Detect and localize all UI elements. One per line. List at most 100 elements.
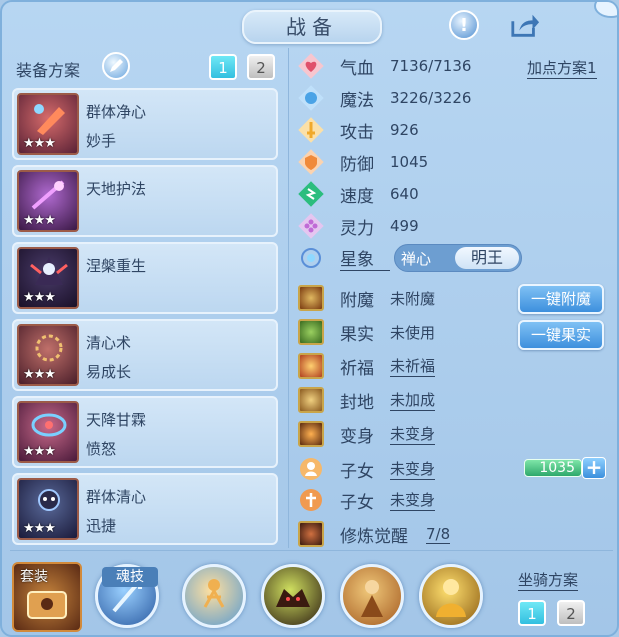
buff-value[interactable]: 未祈福 (390, 355, 436, 377)
enchant-all-button[interactable]: 一键附魔 (518, 284, 604, 314)
pencil-icon (110, 59, 123, 72)
stat-value: 7136/7136 (390, 57, 472, 75)
page-title: 战备 (242, 10, 382, 44)
help-button[interactable]: ! (449, 10, 479, 40)
share-button[interactable] (510, 10, 540, 40)
toggle-option-mingwang[interactable]: 明王 (455, 247, 519, 269)
stat-speed: 速度 640 (298, 180, 419, 208)
buff-label: 果实 (340, 324, 374, 345)
skill-card[interactable]: ★★★ 涅槃重生 (12, 242, 278, 314)
dancer-icon (203, 579, 225, 608)
stat-spirit: 灵力 499 (298, 212, 419, 240)
constellation-toggle[interactable]: 禅心 明王 (394, 244, 522, 272)
divider (10, 550, 613, 551)
fruit-icon (298, 319, 324, 345)
share-icon (511, 14, 540, 37)
star-rating: ★★★ (23, 367, 56, 382)
sword-icon (298, 117, 324, 143)
buff-row: 子女 未变身 (298, 455, 436, 483)
skill-name: 天地护法 (86, 180, 147, 198)
equip-scheme-label: 装备方案 (16, 61, 81, 80)
stat-value: 1045 (390, 153, 429, 171)
skill-name: 群体清心 (86, 488, 147, 506)
warrior-icon (361, 580, 383, 617)
buff-value: 未使用 (390, 323, 436, 342)
scheme-tab-1[interactable]: 1 (209, 54, 237, 80)
skill-sub: 妙手 (86, 132, 117, 150)
buff-row: 封地 未加成 (298, 386, 436, 414)
buff-value[interactable]: 未变身 (390, 458, 436, 480)
skill-card[interactable]: ★★★ 天地护法 (12, 165, 278, 237)
mount-tab-2[interactable]: 2 (557, 600, 585, 626)
soul-skill-label: 魂技 (102, 567, 158, 587)
constellation-icon (298, 245, 324, 271)
buff-row: 变身 未变身 (298, 420, 436, 448)
skill-name: 群体净心 (86, 103, 147, 121)
shield-icon (298, 149, 324, 175)
buff-value[interactable]: 7/8 (426, 525, 451, 544)
star-rating: ★★★ (23, 213, 56, 228)
guardian-slot[interactable] (261, 564, 325, 628)
stat-value: 499 (390, 217, 419, 235)
skill-card[interactable]: ★★★ 群体净心 妙手 (12, 88, 278, 160)
battle-prep-panel: 战备 ! 装备方案 1 2 ★★★ 群体净心 妙手 ★★★ 天地护法 ★★★ 涅… (0, 0, 619, 637)
skill-name: 涅槃重生 (86, 257, 147, 275)
skill-group-clear-icon: ★★★ (17, 478, 79, 540)
mana-icon (298, 85, 324, 111)
stat-label: 灵力 (340, 218, 374, 239)
buff-row: 修炼觉醒 7/8 (298, 520, 451, 548)
corner-close-button[interactable] (594, 2, 617, 18)
buff-row: 果实 未使用 (298, 318, 435, 346)
buff-row: 附魔 未附魔 (298, 284, 435, 312)
buff-value[interactable]: 未变身 (390, 423, 436, 445)
heart-icon (298, 53, 324, 79)
buff-label: 附魔 (340, 290, 374, 311)
skill-card[interactable]: ★★★ 清心术 易成长 (12, 319, 278, 391)
spirit-icon (298, 213, 324, 239)
buddha-icon (436, 579, 466, 617)
stat-label: 魔法 (340, 90, 374, 111)
add-jade-button[interactable]: + (582, 457, 606, 479)
add-points-scheme-link[interactable]: 加点方案1 (527, 57, 597, 79)
transform-icon (298, 421, 324, 447)
mount-tab-1[interactable]: 1 (518, 600, 546, 626)
fruit-all-button[interactable]: 一键果实 (518, 320, 604, 350)
skill-card[interactable]: ★★★ 天降甘霖 愤怒 (12, 396, 278, 468)
stat-label: 攻击 (340, 122, 374, 143)
skill-guardian-icon: ★★★ (17, 170, 79, 232)
toggle-option-zen[interactable]: 禅心 (401, 248, 431, 269)
suit-button[interactable]: 套装 (12, 562, 82, 632)
skill-sub: 愤怒 (86, 440, 117, 458)
speed-icon (298, 181, 324, 207)
buff-label: 修炼觉醒 (340, 526, 408, 547)
buff-label: 子女 (340, 492, 374, 513)
skill-name: 天降甘霖 (86, 411, 147, 429)
skill-clear-mind-icon: ★★★ (17, 324, 79, 386)
stat-value: 3226/3226 (390, 89, 472, 107)
skill-rain-icon: ★★★ (17, 401, 79, 463)
edit-scheme-button[interactable] (102, 52, 130, 80)
mount-scheme-label[interactable]: 坐骑方案 (518, 569, 579, 591)
buff-value[interactable]: 未变身 (390, 489, 436, 511)
buff-value[interactable]: 未加成 (390, 389, 436, 411)
stat-constellation: 星象 (298, 244, 390, 272)
treasure-chest-icon (27, 591, 67, 619)
guardian-slot[interactable] (340, 564, 404, 628)
jade-currency: 1035 (524, 459, 582, 477)
stat-mp: 魔法 3226/3226 (298, 84, 471, 112)
enchant-icon (298, 285, 324, 311)
scheme-tab-2[interactable]: 2 (247, 54, 275, 80)
skill-purify-icon: ★★★ (17, 93, 79, 155)
buff-label: 祈福 (340, 358, 374, 379)
star-rating: ★★★ (23, 444, 56, 459)
skill-card[interactable]: ★★★ 群体清心 迅捷 (12, 473, 278, 545)
stat-hp: 气血 7136/7136 (298, 52, 471, 80)
blessing-icon (298, 353, 324, 379)
stat-defense: 防御 1045 (298, 148, 428, 176)
guardian-slot[interactable] (419, 564, 483, 628)
guardian-slot[interactable] (182, 564, 246, 628)
skill-list: ★★★ 群体净心 妙手 ★★★ 天地护法 ★★★ 涅槃重生 ★★★ 清心术 易成… (12, 88, 278, 550)
buff-label: 封地 (340, 392, 374, 413)
stat-label: 防御 (340, 154, 374, 175)
constellation-label[interactable]: 星象 (340, 245, 390, 271)
